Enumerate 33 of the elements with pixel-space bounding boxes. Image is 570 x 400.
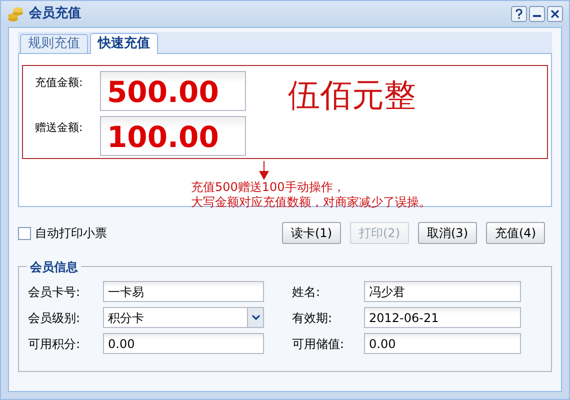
action-button[interactable]: 充值(4): [486, 222, 545, 244]
field-label: 姓名:: [292, 284, 322, 300]
field-label: 赠送金额:: [35, 120, 84, 136]
chevron-down-icon: [252, 315, 260, 320]
field-label: 充值金额:: [35, 75, 84, 91]
field-label: 会员级别:: [28, 310, 82, 326]
coins-icon: [7, 5, 25, 23]
text-field[interactable]: 冯少君: [364, 281, 521, 302]
field-label: 会员卡号:: [28, 284, 82, 300]
window-title: 会员充值: [29, 4, 81, 24]
minimize-icon[interactable]: [529, 6, 545, 22]
tab[interactable]: 快速充值: [90, 33, 158, 54]
text-field[interactable]: 0.00: [103, 333, 264, 354]
text-field[interactable]: 0.00: [364, 333, 521, 354]
amount-field[interactable]: 100.00: [100, 116, 246, 156]
group-title: 会员信息: [27, 258, 81, 276]
down-arrow-icon: [259, 161, 269, 180]
auto-print-checkbox[interactable]: 自动打印小票: [18, 224, 107, 242]
text-field[interactable]: 2012-06-21: [364, 307, 521, 328]
level-dropdown[interactable]: 积分卡: [103, 307, 264, 328]
help-icon[interactable]: [511, 6, 527, 22]
text-field[interactable]: 一卡易: [103, 281, 264, 302]
action-button[interactable]: 读卡(1): [282, 222, 341, 244]
annotation-text: 充值500赠送100手动操作，: [191, 180, 345, 195]
action-button[interactable]: 取消(3): [418, 222, 477, 244]
annotation-text: 大写金额对应充值数额，对商家减少了误操。: [191, 195, 431, 210]
amount-in-words: 伍佰元整: [288, 75, 416, 116]
field-label: 有效期:: [292, 310, 334, 326]
field-label: 可用储值:: [292, 336, 346, 352]
tab[interactable]: 规则充值: [20, 34, 88, 53]
close-icon[interactable]: [547, 6, 563, 22]
amount-field[interactable]: 500.00: [100, 71, 246, 111]
field-label: 可用积分:: [28, 336, 82, 352]
